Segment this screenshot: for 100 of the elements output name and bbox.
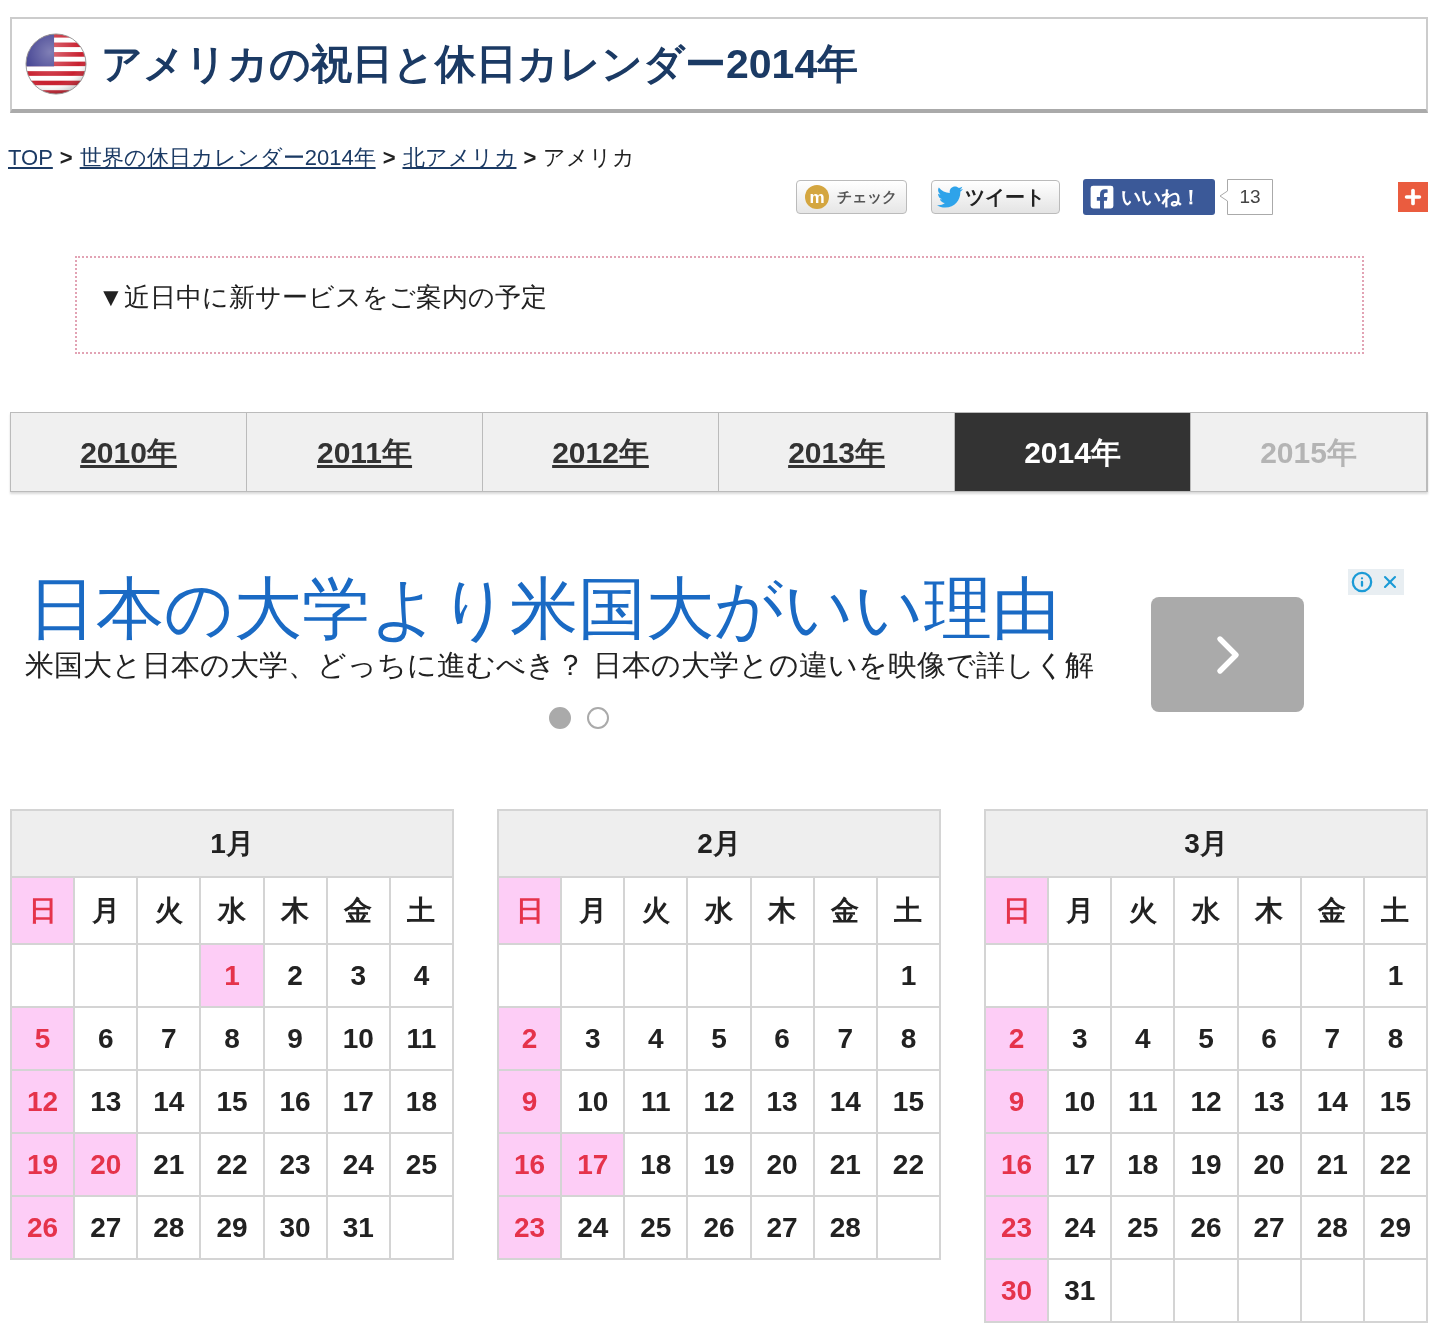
weekday-cell: 日 [986, 878, 1050, 945]
weekday-cell: 土 [1364, 878, 1428, 945]
day-cell: 2 [499, 1008, 563, 1071]
day-cell: 5 [1175, 1008, 1239, 1071]
month-header: 2月 [499, 811, 941, 878]
day-cell: 9 [986, 1071, 1050, 1134]
day-cell: 2 [986, 1008, 1050, 1071]
day-cell: 13 [1238, 1071, 1302, 1134]
day-cell: 20 [1238, 1134, 1302, 1197]
flag-icon [25, 33, 87, 95]
day-cell: 17 [327, 1071, 391, 1134]
day-cell: 5 [688, 1008, 752, 1071]
day-cell: 28 [1301, 1197, 1365, 1260]
day-cell: 9 [264, 1008, 328, 1071]
day-cell: 18 [625, 1134, 689, 1197]
weekday-cell: 日 [499, 878, 563, 945]
day-cell: 10 [327, 1008, 391, 1071]
day-cell: 29 [201, 1197, 265, 1260]
breadcrumb-link[interactable]: 世界の休日カレンダー2014年 [79, 143, 376, 173]
close-icon[interactable] [1376, 569, 1404, 595]
day-cell: 21 [1301, 1134, 1365, 1197]
day-cell: 20 [75, 1134, 139, 1197]
weekday-cell: 火 [138, 878, 202, 945]
year-tab[interactable]: 2011年 [247, 413, 483, 491]
day-cell: 19 [12, 1134, 76, 1197]
weekday-cell: 木 [1238, 878, 1302, 945]
day-cell: 13 [751, 1071, 815, 1134]
day-cell: 24 [327, 1134, 391, 1197]
day-cell: 14 [1301, 1071, 1365, 1134]
day-cell: 24 [562, 1197, 626, 1260]
day-cell: 25 [1112, 1197, 1176, 1260]
m-logo-icon: m [805, 185, 829, 209]
day-cell: 20 [751, 1134, 815, 1197]
breadcrumb-separator: > [59, 144, 73, 172]
day-cell: 14 [138, 1071, 202, 1134]
year-tab[interactable]: 2012年 [483, 413, 719, 491]
weekday-cell: 木 [264, 878, 328, 945]
year-tab[interactable]: 2013年 [719, 413, 955, 491]
day-cell: 15 [201, 1071, 265, 1134]
plus-icon [1402, 186, 1424, 208]
day-cell: 12 [688, 1071, 752, 1134]
day-cell: 12 [12, 1071, 76, 1134]
day-cell: 8 [1364, 1008, 1428, 1071]
check-button[interactable]: m チェック [796, 180, 907, 214]
day-cell: 12 [1175, 1071, 1239, 1134]
page-title: アメリカの祝日と休日カレンダー2014年 [101, 43, 859, 85]
day-cell: 11 [625, 1071, 689, 1134]
day-cell: 30 [986, 1260, 1050, 1323]
day-cell: 19 [688, 1134, 752, 1197]
year-tab[interactable]: 2010年 [11, 413, 247, 491]
day-cell: 16 [499, 1134, 563, 1197]
day-cell: 23 [264, 1134, 328, 1197]
breadcrumb-link[interactable]: 北アメリカ [402, 143, 517, 173]
breadcrumb-link[interactable]: TOP [8, 143, 53, 173]
weekday-cell: 月 [1049, 878, 1113, 945]
weekday-cell: 土 [390, 878, 454, 945]
day-cell: 10 [562, 1071, 626, 1134]
ad-description: 米国大と日本の大学、どっちに進むべき？ 日本の大学との違いを映像で詳しく解 [25, 648, 1095, 683]
day-cell: 31 [327, 1197, 391, 1260]
day-cell: 25 [625, 1197, 689, 1260]
year-tab[interactable]: 2014年 [955, 413, 1191, 491]
day-cell: 8 [201, 1008, 265, 1071]
day-cell: 18 [390, 1071, 454, 1134]
day-cell: 28 [138, 1197, 202, 1260]
weekday-cell: 土 [877, 878, 941, 945]
day-cell: 15 [877, 1071, 941, 1134]
day-cell: 4 [390, 945, 454, 1008]
facebook-icon [1089, 184, 1115, 210]
day-cell: 14 [814, 1071, 878, 1134]
day-cell: 7 [1301, 1008, 1365, 1071]
tweet-button[interactable]: ツイート [931, 180, 1060, 214]
day-cell: 7 [138, 1008, 202, 1071]
plus-button[interactable] [1398, 182, 1428, 212]
day-cell: 24 [1049, 1197, 1113, 1260]
day-cell: 3 [562, 1008, 626, 1071]
day-cell: 13 [75, 1071, 139, 1134]
day-cell: 16 [264, 1071, 328, 1134]
ad-headline[interactable]: 日本の大学より米国大がいい理由 [28, 569, 1060, 647]
weekday-cell: 水 [688, 878, 752, 945]
day-cell: 6 [75, 1008, 139, 1071]
info-icon[interactable] [1348, 569, 1376, 595]
day-cell: 27 [1238, 1197, 1302, 1260]
notice-text: ▼近日中に新サービスをご案内の予定 [98, 281, 547, 314]
day-cell: 5 [12, 1008, 76, 1071]
next-button[interactable] [1151, 597, 1304, 712]
day-cell: 27 [751, 1197, 815, 1260]
day-cell: 6 [1238, 1008, 1302, 1071]
day-cell: 21 [138, 1134, 202, 1197]
day-cell: 25 [390, 1134, 454, 1197]
month-header: 1月 [12, 811, 454, 878]
day-cell: 4 [1112, 1008, 1176, 1071]
day-cell: 9 [499, 1071, 563, 1134]
day-cell: 16 [986, 1134, 1050, 1197]
like-button[interactable]: いいね！ [1083, 179, 1215, 215]
weekday-cell: 金 [1301, 878, 1365, 945]
day-cell: 10 [1049, 1071, 1113, 1134]
day-cell: 15 [1364, 1071, 1428, 1134]
weekday-cell: 金 [327, 878, 391, 945]
weekday-cell: 水 [201, 878, 265, 945]
weekday-cell: 水 [1175, 878, 1239, 945]
